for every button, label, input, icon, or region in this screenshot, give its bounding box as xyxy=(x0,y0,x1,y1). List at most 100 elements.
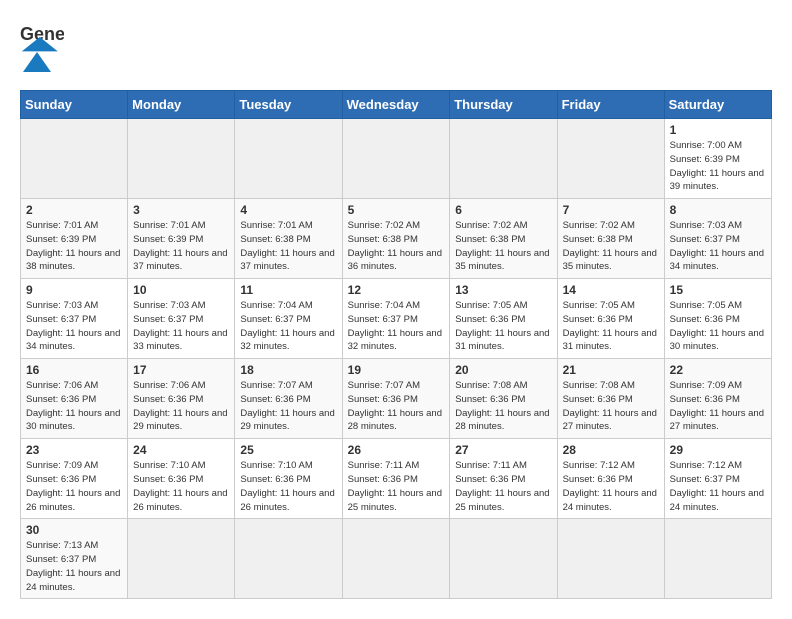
calendar-day: 14Sunrise: 7:05 AMSunset: 6:36 PMDayligh… xyxy=(557,279,664,359)
day-info: Sunrise: 7:08 AMSunset: 6:36 PMDaylight:… xyxy=(563,379,659,434)
day-info: Sunrise: 7:05 AMSunset: 6:36 PMDaylight:… xyxy=(455,299,551,354)
day-info: Sunrise: 7:04 AMSunset: 6:37 PMDaylight:… xyxy=(240,299,336,354)
page-header: General xyxy=(20,20,772,74)
day-number: 6 xyxy=(455,203,551,217)
day-info: Sunrise: 7:02 AMSunset: 6:38 PMDaylight:… xyxy=(563,219,659,274)
day-info: Sunrise: 7:11 AMSunset: 6:36 PMDaylight:… xyxy=(348,459,445,514)
calendar-day: 12 Sunrise: 7:04 AMSunset: 6:37 PMDayligh… xyxy=(342,279,450,359)
day-info: Sunrise: 7:04 AMSunset: 6:37 PMDaylight:… xyxy=(348,299,445,354)
day-info: Sunrise: 7:05 AMSunset: 6:36 PMDaylight:… xyxy=(670,299,766,354)
calendar-day: 7 Sunrise: 7:02 AMSunset: 6:38 PMDaylight… xyxy=(557,199,664,279)
calendar-day xyxy=(235,519,342,599)
day-number: 21 xyxy=(563,363,659,377)
day-number: 5 xyxy=(348,203,445,217)
calendar-week-6: 30 Sunrise: 7:13 AMSunset: 6:37 PMDayligh… xyxy=(21,519,772,599)
calendar-week-4: 16 Sunrise: 7:06 AMSunset: 6:36 PMDayligh… xyxy=(21,359,772,439)
day-number: 13 xyxy=(455,283,551,297)
day-number: 18 xyxy=(240,363,336,377)
calendar-day: 29 Sunrise: 7:12 AMSunset: 6:37 PMDayligh… xyxy=(664,439,771,519)
calendar-day: 3 Sunrise: 7:01 AMSunset: 6:39 PMDaylight… xyxy=(128,199,235,279)
calendar-day: 5 Sunrise: 7:02 AMSunset: 6:38 PMDaylight… xyxy=(342,199,450,279)
day-info: Sunrise: 7:10 AMSunset: 6:36 PMDaylight:… xyxy=(133,459,229,514)
calendar-day xyxy=(450,519,557,599)
calendar-day: 20 Sunrise: 7:08 AMSunset: 6:36 PMDayligh… xyxy=(450,359,557,439)
day-info: Sunrise: 7:12 AMSunset: 6:37 PMDaylight:… xyxy=(670,459,766,514)
day-number: 3 xyxy=(133,203,229,217)
calendar-day: 18 Sunrise: 7:07 AMSunset: 6:36 PMDayligh… xyxy=(235,359,342,439)
day-info: Sunrise: 7:05 AMSunset: 6:36 PMDaylight:… xyxy=(563,299,659,354)
calendar-table: SundayMondayTuesdayWednesdayThursdayFrid… xyxy=(20,90,772,599)
day-info: Sunrise: 7:03 AMSunset: 6:37 PMDaylight:… xyxy=(133,299,229,354)
calendar-day: 23 Sunrise: 7:09 AMSunset: 6:36 PMDayligh… xyxy=(21,439,128,519)
calendar-day xyxy=(557,119,664,199)
weekday-header-tuesday: Tuesday xyxy=(235,91,342,119)
day-number: 16 xyxy=(26,363,122,377)
calendar-day: 30 Sunrise: 7:13 AMSunset: 6:37 PMDayligh… xyxy=(21,519,128,599)
day-number: 30 xyxy=(26,523,122,537)
calendar-day: 19 Sunrise: 7:07 AMSunset: 6:36 PMDayligh… xyxy=(342,359,450,439)
day-number: 9 xyxy=(26,283,122,297)
day-number: 24 xyxy=(133,443,229,457)
calendar-day xyxy=(450,119,557,199)
day-info: Sunrise: 7:06 AMSunset: 6:36 PMDaylight:… xyxy=(133,379,229,434)
weekday-header-sunday: Sunday xyxy=(21,91,128,119)
day-info: Sunrise: 7:07 AMSunset: 6:36 PMDaylight:… xyxy=(240,379,336,434)
logo: General xyxy=(20,20,64,74)
day-number: 22 xyxy=(670,363,766,377)
day-number: 26 xyxy=(348,443,445,457)
day-info: Sunrise: 7:12 AMSunset: 6:36 PMDaylight:… xyxy=(563,459,659,514)
day-info: Sunrise: 7:10 AMSunset: 6:36 PMDaylight:… xyxy=(240,459,336,514)
day-info: Sunrise: 7:01 AMSunset: 6:39 PMDaylight:… xyxy=(26,219,122,274)
weekday-header-thursday: Thursday xyxy=(450,91,557,119)
day-number: 8 xyxy=(670,203,766,217)
calendar-week-3: 9 Sunrise: 7:03 AMSunset: 6:37 PMDaylight… xyxy=(21,279,772,359)
calendar-day xyxy=(557,519,664,599)
calendar-week-1: 1 Sunrise: 7:00 AMSunset: 6:39 PMDaylight… xyxy=(21,119,772,199)
day-info: Sunrise: 7:02 AMSunset: 6:38 PMDaylight:… xyxy=(348,219,445,274)
calendar-day: 15 Sunrise: 7:05 AMSunset: 6:36 PMDayligh… xyxy=(664,279,771,359)
calendar-day: 4 Sunrise: 7:01 AMSunset: 6:38 PMDaylight… xyxy=(235,199,342,279)
day-number: 12 xyxy=(348,283,445,297)
calendar-day: 6 Sunrise: 7:02 AMSunset: 6:38 PMDaylight… xyxy=(450,199,557,279)
day-info: Sunrise: 7:08 AMSunset: 6:36 PMDaylight:… xyxy=(455,379,551,434)
day-number: 25 xyxy=(240,443,336,457)
day-number: 1 xyxy=(670,123,766,137)
day-info: Sunrise: 7:01 AMSunset: 6:39 PMDaylight:… xyxy=(133,219,229,274)
calendar-day: 26 Sunrise: 7:11 AMSunset: 6:36 PMDayligh… xyxy=(342,439,450,519)
day-info: Sunrise: 7:02 AMSunset: 6:38 PMDaylight:… xyxy=(455,219,551,274)
calendar-day: 13 Sunrise: 7:05 AMSunset: 6:36 PMDayligh… xyxy=(450,279,557,359)
weekday-header-monday: Monday xyxy=(128,91,235,119)
day-info: Sunrise: 7:01 AMSunset: 6:38 PMDaylight:… xyxy=(240,219,336,274)
calendar-week-5: 23 Sunrise: 7:09 AMSunset: 6:36 PMDayligh… xyxy=(21,439,772,519)
day-info: Sunrise: 7:09 AMSunset: 6:36 PMDaylight:… xyxy=(26,459,122,514)
calendar-day xyxy=(21,119,128,199)
calendar-day xyxy=(664,519,771,599)
day-number: 19 xyxy=(348,363,445,377)
logo-icon: General xyxy=(20,20,64,56)
day-number: 7 xyxy=(563,203,659,217)
calendar-day: 27Sunrise: 7:11 AMSunset: 6:36 PMDayligh… xyxy=(450,439,557,519)
calendar-day: 9 Sunrise: 7:03 AMSunset: 6:37 PMDaylight… xyxy=(21,279,128,359)
day-info: Sunrise: 7:07 AMSunset: 6:36 PMDaylight:… xyxy=(348,379,445,434)
calendar-day: 1 Sunrise: 7:00 AMSunset: 6:39 PMDaylight… xyxy=(664,119,771,199)
day-info: Sunrise: 7:00 AMSunset: 6:39 PMDaylight:… xyxy=(670,139,766,194)
day-number: 29 xyxy=(670,443,766,457)
logo-triangle-icon xyxy=(23,52,51,72)
calendar-day: 11Sunrise: 7:04 AMSunset: 6:37 PMDayligh… xyxy=(235,279,342,359)
day-number: 20 xyxy=(455,363,551,377)
calendar-day: 10 Sunrise: 7:03 AMSunset: 6:37 PMDayligh… xyxy=(128,279,235,359)
day-number: 15 xyxy=(670,283,766,297)
day-number: 10 xyxy=(133,283,229,297)
weekday-header-friday: Friday xyxy=(557,91,664,119)
calendar-day: 16Sunrise: 7:06 AMSunset: 6:36 PMDayligh… xyxy=(21,359,128,439)
day-number: 2 xyxy=(26,203,122,217)
day-number: 17 xyxy=(133,363,229,377)
day-info: Sunrise: 7:13 AMSunset: 6:37 PMDaylight:… xyxy=(26,539,122,594)
day-info: Sunrise: 7:03 AMSunset: 6:37 PMDaylight:… xyxy=(26,299,122,354)
day-number: 4 xyxy=(240,203,336,217)
calendar-day xyxy=(128,519,235,599)
calendar-day: 2 Sunrise: 7:01 AMSunset: 6:39 PMDaylight… xyxy=(21,199,128,279)
day-number: 23 xyxy=(26,443,122,457)
weekday-header-saturday: Saturday xyxy=(664,91,771,119)
calendar-week-2: 2 Sunrise: 7:01 AMSunset: 6:39 PMDaylight… xyxy=(21,199,772,279)
